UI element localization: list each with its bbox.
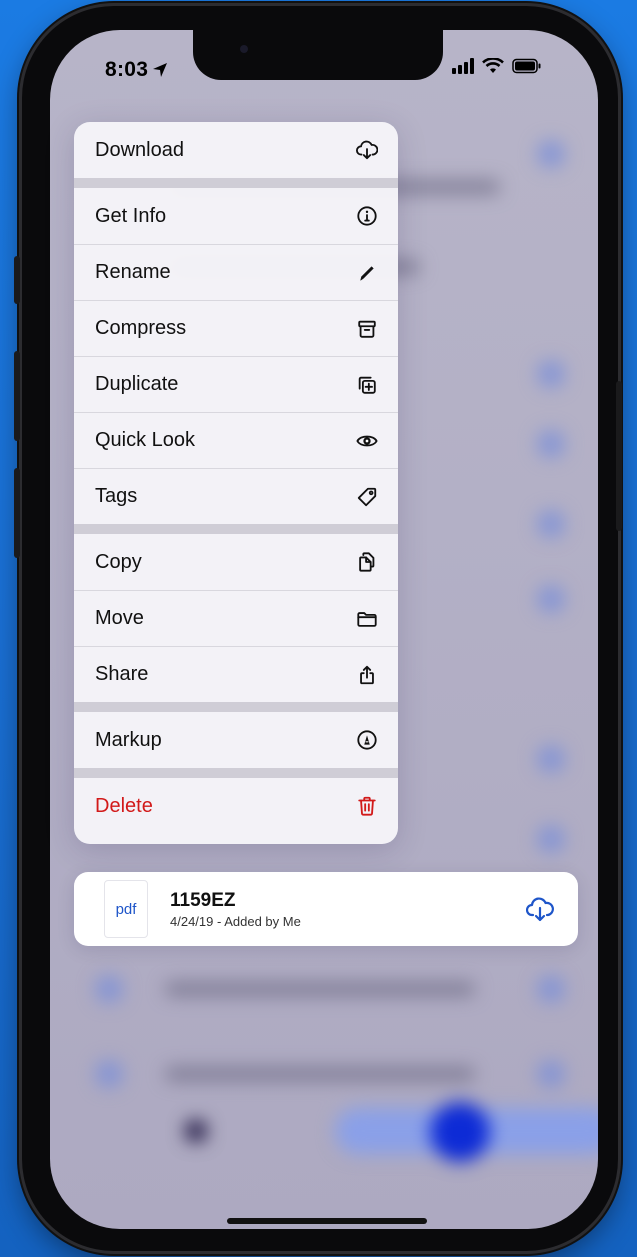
menu-item-download[interactable]: Download: [74, 122, 398, 178]
tag-icon: [356, 486, 378, 508]
power-button: [616, 381, 622, 531]
time-text: 8:03: [105, 58, 149, 81]
menu-item-label: Markup: [95, 728, 162, 751]
menu-item-label: Rename: [95, 261, 171, 283]
menu-item-tags[interactable]: Tags: [74, 468, 398, 524]
copy-document-icon: [356, 551, 378, 573]
menu-item-label: Duplicate: [95, 373, 179, 395]
wifi-icon: [482, 58, 504, 73]
cellular-signal-icon: [452, 58, 474, 74]
menu-item-label: Tags: [95, 485, 138, 507]
menu-item-get-info[interactable]: Get Info: [74, 188, 398, 244]
menu-item-quick-look[interactable]: Quick Look: [74, 412, 398, 468]
archive-box-icon: [356, 318, 378, 340]
share-icon: [356, 664, 378, 686]
file-type-label: pdf: [115, 900, 137, 918]
menu-item-label: Copy: [95, 550, 142, 573]
action-button: [14, 256, 20, 304]
markup-pen-icon: [356, 729, 378, 751]
status-icons: [452, 58, 542, 74]
menu-item-share[interactable]: Share: [74, 646, 398, 702]
menu-item-label: Get Info: [95, 204, 167, 227]
trash-icon: [356, 795, 378, 817]
cloud-download-icon[interactable]: [526, 896, 554, 922]
volume-up-button: [14, 351, 20, 441]
menu-item-label: Download: [95, 138, 184, 161]
notch: [193, 30, 443, 80]
location-arrow-icon: [153, 63, 168, 77]
duplicate-plus-icon: [356, 374, 378, 396]
menu-item-move[interactable]: Move: [74, 590, 398, 646]
menu-item-compress[interactable]: Compress: [74, 300, 398, 356]
front-camera: [240, 45, 248, 53]
menu-item-delete[interactable]: Delete: [74, 778, 398, 834]
folder-icon: [356, 608, 378, 630]
menu-item-markup[interactable]: Markup: [74, 712, 398, 768]
battery-icon: [512, 58, 541, 74]
menu-item-rename[interactable]: Rename: [74, 244, 398, 300]
status-time: 8:03: [105, 58, 168, 82]
file-info: 1159EZ 4/24/19 - Added by Me: [170, 890, 301, 929]
menu-group-separator: [74, 768, 398, 778]
context-menu: Download Get Info Rename Compress Duplicate Q…: [74, 122, 398, 844]
file-row-preview[interactable]: pdf 1159EZ 4/24/19 - Added by Me: [74, 872, 578, 946]
info-circle-icon: [356, 205, 378, 227]
file-name: 1159EZ: [170, 889, 236, 911]
cloud-download-icon: [356, 139, 378, 161]
menu-item-label: Share: [95, 663, 149, 685]
home-indicator: [227, 1218, 427, 1224]
menu-item-label: Move: [95, 607, 144, 629]
menu-item-copy[interactable]: Copy: [74, 534, 398, 590]
menu-item-label: Quick Look: [95, 429, 196, 451]
file-meta: 4/24/19 - Added by Me: [170, 913, 301, 929]
menu-group-separator: [74, 524, 398, 534]
eye-icon: [356, 430, 378, 452]
file-thumbnail: pdf: [104, 880, 148, 938]
menu-group-separator: [74, 702, 398, 712]
menu-item-label: Delete: [95, 794, 153, 817]
pencil-icon: [356, 262, 378, 284]
menu-group-separator: [74, 178, 398, 188]
volume-down-button: [14, 468, 20, 558]
menu-item-duplicate[interactable]: Duplicate: [74, 356, 398, 412]
menu-item-label: Compress: [95, 317, 187, 339]
